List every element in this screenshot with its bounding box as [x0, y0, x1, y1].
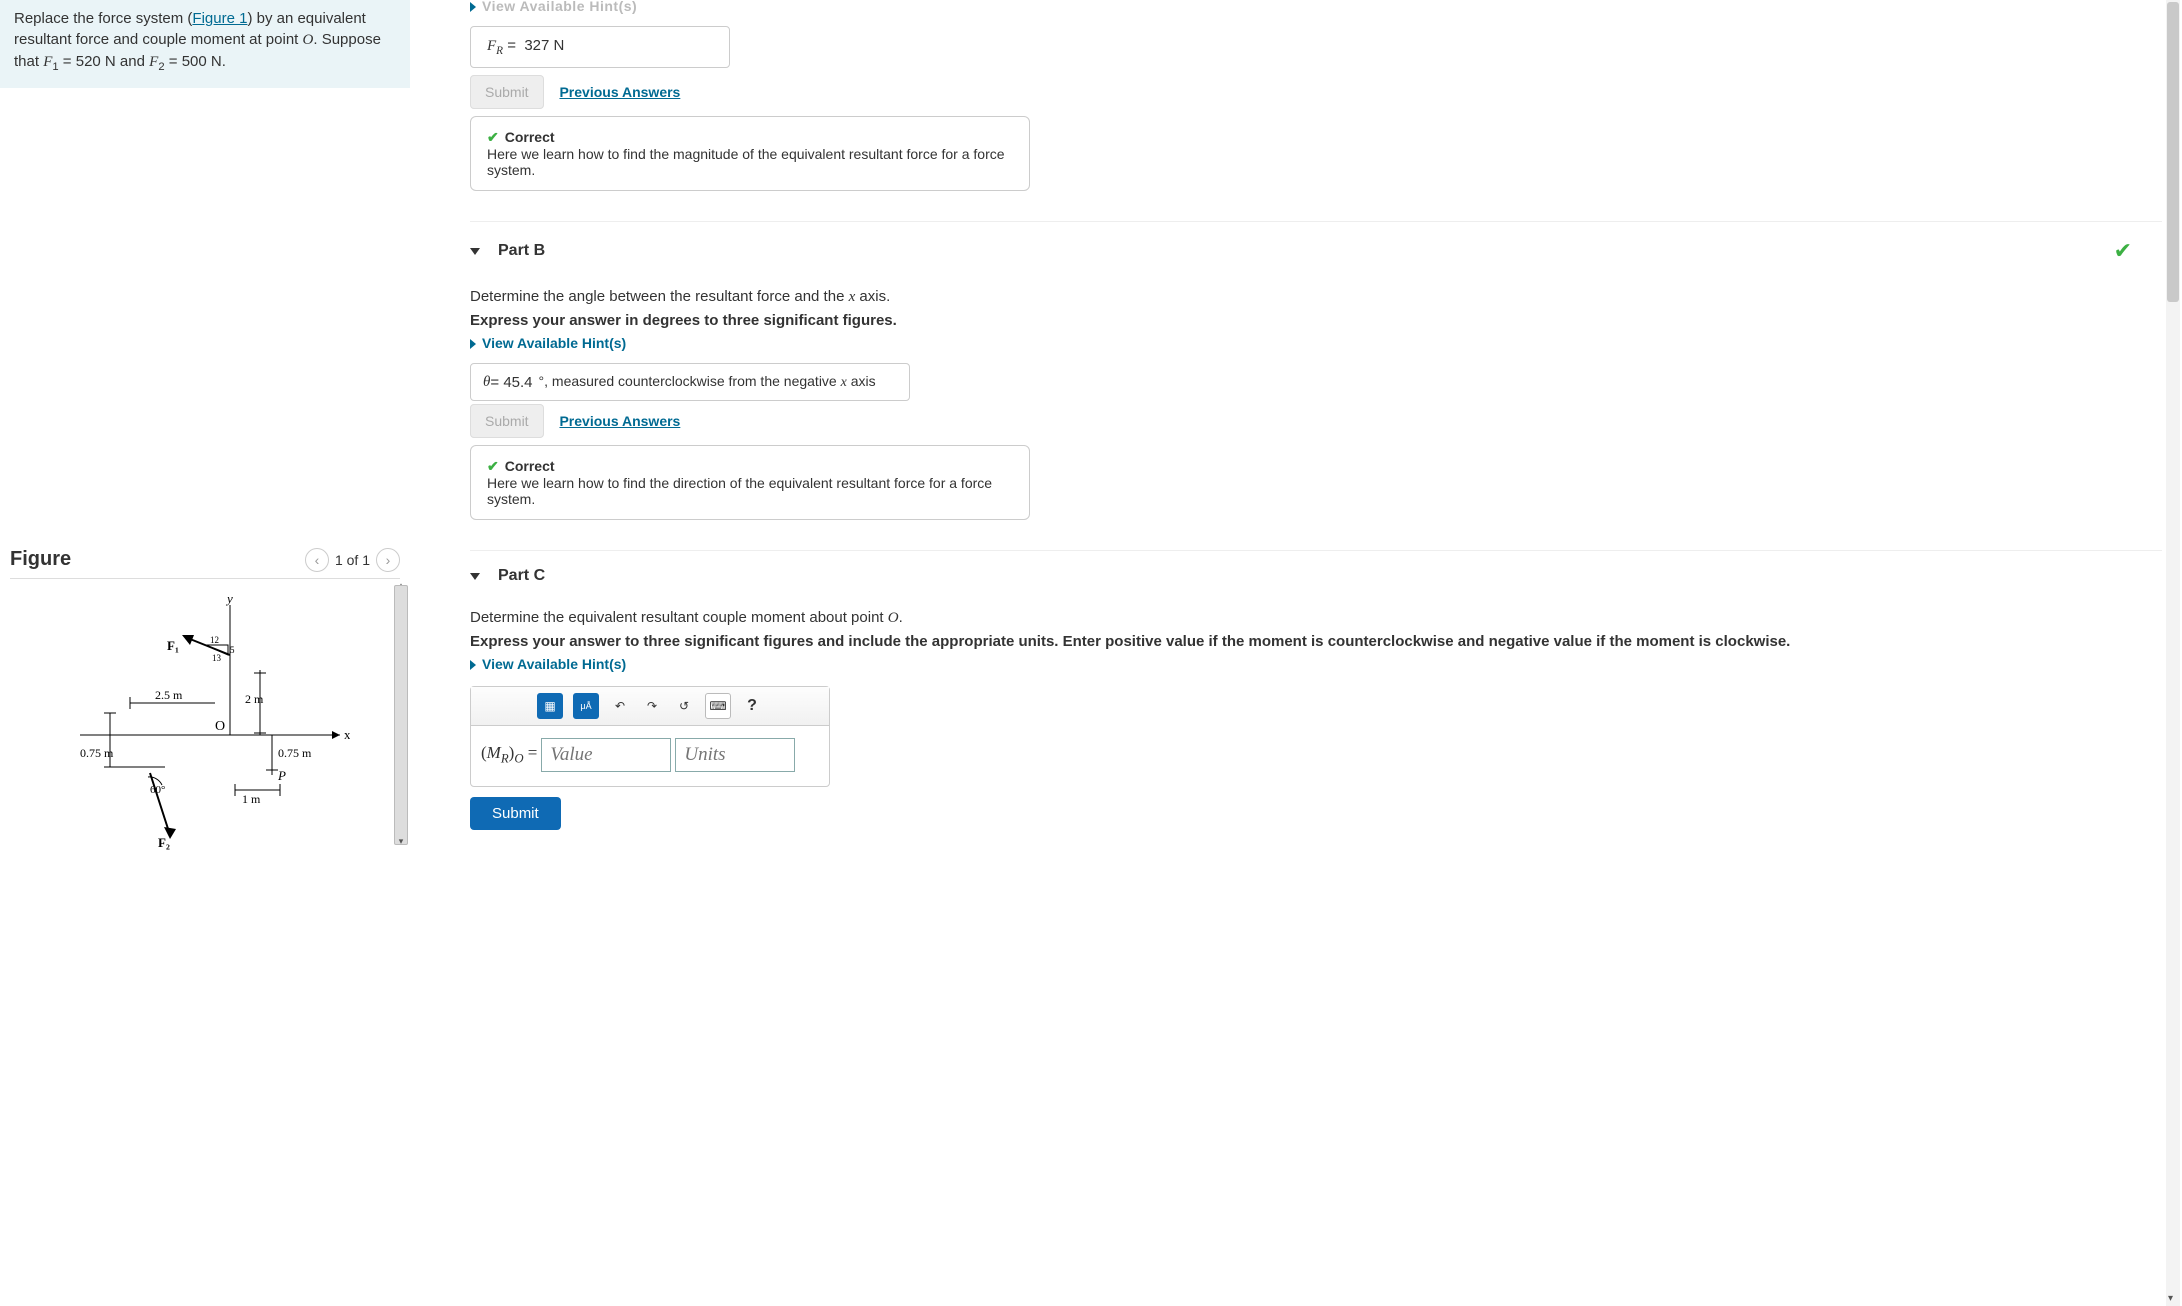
problem-statement: Replace the force system (Figure 1) by a…	[0, 0, 410, 88]
part-b-instruction: Express your answer in degrees to three …	[470, 312, 2162, 329]
part-c-instruction: Express your answer to three significant…	[470, 633, 2162, 650]
feedback-title: Correct	[505, 129, 555, 145]
pager-prev-button[interactable]: ‹	[305, 548, 329, 572]
equation-label: (MR)O =	[481, 743, 537, 766]
part-c-hint-link[interactable]: View Available Hint(s)	[470, 656, 2162, 672]
scroll-down-icon[interactable]: ▾	[2168, 1293, 2173, 1304]
undo-icon[interactable]: ↶	[609, 693, 631, 719]
check-icon: ✔	[487, 458, 499, 474]
keyboard-icon[interactable]: ⌨	[705, 693, 731, 719]
part-b-complete-icon: ✔	[2114, 238, 2132, 264]
figure-title: Figure	[10, 548, 71, 571]
feedback-text: Here we learn how to find the direction …	[487, 475, 1013, 507]
check-icon: ✔	[487, 129, 499, 145]
part-c-input-panel: ▦ μÅ ↶ ↷ ↺ ⌨ ? (MR)O =	[470, 686, 830, 787]
svg-text:5: 5	[230, 645, 235, 655]
svg-text:F₂: F₂	[158, 835, 170, 850]
svg-text:0.75 m: 0.75 m	[278, 746, 312, 760]
svg-text:0.75 m: 0.75 m	[80, 746, 114, 760]
part-b-question: Determine the angle between the resultan…	[470, 288, 2162, 306]
svg-text:y: y	[225, 595, 233, 606]
part-b-answer-display: θ = 45.4 °, measured counterclockwise fr…	[470, 363, 910, 401]
pager-text: 1 of 1	[335, 552, 370, 568]
feedback-text: Here we learn how to find the magnitude …	[487, 146, 1013, 178]
part-b-hint-link[interactable]: View Available Hint(s)	[470, 335, 2162, 351]
svg-text:x: x	[344, 727, 350, 742]
feedback-title: Correct	[505, 458, 555, 474]
part-a-hint-link-cut[interactable]: View Available Hint(s)	[470, 0, 2162, 14]
figure-diagram: ▴ ▾ x y O 2 m 2.5 m	[0, 585, 410, 868]
part-b-title: Part B	[498, 242, 545, 260]
part-a-answer-display: FR = 327 N	[470, 26, 730, 68]
svg-text:12: 12	[210, 635, 219, 645]
templates-icon[interactable]: ▦	[537, 693, 563, 719]
figure-scroll-down[interactable]: ▾	[394, 835, 408, 849]
svg-text:P: P	[277, 768, 286, 783]
svg-text:60°: 60°	[150, 784, 165, 796]
svg-text:1 m: 1 m	[242, 792, 261, 806]
svg-text:F₁: F₁	[167, 638, 179, 653]
part-b-submit-button: Submit	[470, 404, 544, 438]
part-a-previous-answers-link[interactable]: Previous Answers	[559, 84, 680, 100]
pager-next-button[interactable]: ›	[376, 548, 400, 572]
svg-text:O: O	[215, 719, 225, 734]
caret-down-icon	[470, 573, 480, 580]
figure-svg: x y O 2 m 2.5 m 0.75 m 0.7	[10, 595, 350, 855]
part-c-question: Determine the equivalent resultant coupl…	[470, 609, 2162, 627]
part-c-header[interactable]: Part C	[470, 551, 2162, 595]
reset-icon[interactable]: ↺	[673, 693, 695, 719]
units-input[interactable]	[675, 738, 795, 772]
svg-text:2.5 m: 2.5 m	[155, 688, 183, 702]
figure-pager: ‹ 1 of 1 ›	[305, 548, 400, 572]
help-icon[interactable]: ?	[741, 693, 763, 719]
value-input[interactable]	[541, 738, 671, 772]
problem-text: Replace the force system (	[14, 10, 192, 27]
scrollbar-thumb[interactable]	[2167, 2, 2179, 302]
svg-text:13: 13	[212, 653, 222, 663]
part-c-title: Part C	[498, 567, 545, 585]
figure-link[interactable]: Figure 1	[192, 10, 247, 27]
part-a-feedback: ✔ Correct Here we learn how to find the m…	[470, 116, 1030, 191]
input-toolbar: ▦ μÅ ↶ ↷ ↺ ⌨ ?	[471, 687, 829, 726]
part-b-header[interactable]: Part B ✔	[470, 222, 2162, 274]
part-c-submit-button[interactable]: Submit	[470, 797, 561, 830]
figure-scrollbar[interactable]	[394, 585, 408, 845]
symbols-icon[interactable]: μÅ	[573, 693, 599, 719]
part-b-previous-answers-link[interactable]: Previous Answers	[559, 413, 680, 429]
part-a-submit-button: Submit	[470, 75, 544, 109]
redo-icon[interactable]: ↷	[641, 693, 663, 719]
caret-down-icon	[470, 248, 480, 255]
page-scrollbar[interactable]: ▾	[2166, 0, 2180, 1306]
svg-text:2 m: 2 m	[245, 692, 264, 706]
part-b-feedback: ✔ Correct Here we learn how to find the d…	[470, 445, 1030, 520]
